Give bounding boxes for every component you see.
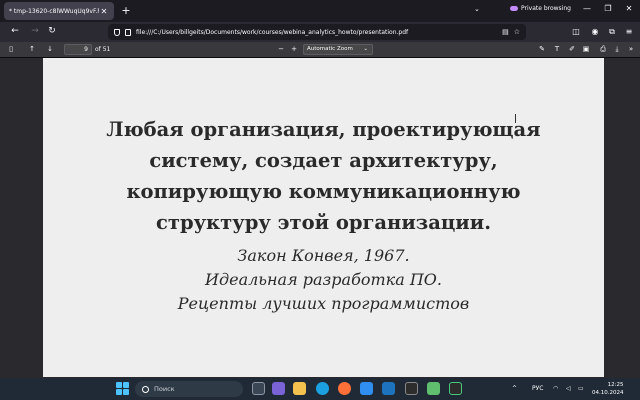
taskbar-search[interactable]: Поиск (135, 381, 243, 397)
quote-line: систему, создает архитектуру, (149, 149, 498, 172)
attribution-text: Закон Конвея, 1967. Идеальная разработка… (43, 244, 604, 316)
zoom-in-icon[interactable]: + (289, 45, 299, 53)
tools-menu-icon[interactable]: » (626, 45, 636, 53)
navigation-bar: ← → ↻ file:///C:/Users/billgeits/Documen… (0, 22, 640, 42)
close-icon[interactable]: ✕ (99, 7, 109, 16)
image-icon[interactable]: ▣ (581, 45, 591, 53)
bookmark-star-icon[interactable]: ☆ (514, 28, 520, 36)
app-icon[interactable] (427, 382, 440, 395)
chevron-down-icon[interactable]: ⌄ (474, 5, 480, 13)
clock-date: 04.10.2024 (592, 390, 624, 396)
minimize-icon[interactable]: — (581, 4, 593, 13)
pdf-page: Любая организация, проектирующая систему… (43, 58, 604, 377)
copilot-icon[interactable] (272, 382, 285, 395)
address-bar[interactable]: file:///C:/Users/billgeits/Documents/wor… (108, 24, 526, 40)
account-icon[interactable]: ◉ (590, 27, 600, 36)
quote-line: копирующую коммуникационную (126, 180, 521, 203)
file-explorer-icon[interactable] (293, 382, 306, 395)
quote-line: структуру этой организации. (155, 211, 491, 234)
back-arrow-icon[interactable]: ← (9, 26, 21, 36)
private-browsing-label: Private browsing (521, 5, 571, 12)
firefox-icon[interactable] (338, 382, 351, 395)
tab-strip: * tmp-13620-c8lWWuqUq9vF.html ✕ + ⌄ Priv… (0, 0, 640, 22)
menu-icon[interactable]: ≡ (624, 27, 634, 36)
sidebar-toggle-icon[interactable]: ▯ (6, 45, 16, 53)
task-view-icon[interactable] (252, 382, 265, 395)
restore-icon[interactable]: ❐ (602, 4, 614, 13)
chevron-down-icon: ⌄ (363, 46, 368, 52)
save-icon[interactable]: ⤓ (612, 45, 622, 54)
system-clock[interactable]: 12:25 04.10.2024 (592, 381, 624, 397)
terminal-icon[interactable] (405, 382, 418, 395)
wifi-icon[interactable]: ◠ (553, 385, 558, 392)
new-tab-plus-icon[interactable]: + (120, 4, 132, 17)
zoom-select[interactable]: Automatic Zoom ⌄ (303, 44, 373, 55)
private-mask-icon (510, 6, 518, 11)
vscode-icon[interactable] (360, 382, 373, 395)
reader-view-icon[interactable]: ▤ (502, 28, 509, 36)
pocket-icon[interactable]: ◫ (571, 27, 581, 36)
chevron-up-icon[interactable]: ^ (512, 385, 517, 392)
browser-tab[interactable]: * tmp-13620-c8lWWuqUq9vF.html ✕ (4, 2, 114, 20)
extensions-icon[interactable]: ⧉ (607, 27, 617, 37)
attribution-line: Рецепты лучших программистов (177, 294, 470, 313)
pdf-toolbar: ▯ ↑ ↓ 9 of 51 − + Automatic Zoom ⌄ ✎ T ✐… (0, 42, 640, 58)
clock-time: 12:25 (607, 382, 624, 388)
language-indicator[interactable]: РУС (532, 385, 543, 392)
search-placeholder: Поиск (154, 385, 175, 393)
battery-icon[interactable]: ▭ (578, 385, 584, 392)
windows-taskbar: Поиск ^ РУС ◠ ◁ ▭ 12:25 04.10.2024 (0, 378, 640, 400)
tab-title: * tmp-13620-c8lWWuqUq9vF.html (9, 7, 99, 15)
page-count-label: of 51 (95, 46, 111, 53)
text-icon[interactable]: T (552, 45, 562, 53)
store-icon[interactable] (382, 382, 395, 395)
text-cursor-icon (515, 114, 519, 123)
window-close-icon[interactable]: ✕ (623, 4, 635, 13)
obs-icon[interactable] (449, 382, 462, 395)
edge-icon[interactable] (316, 382, 329, 395)
print-icon[interactable]: ⎙ (598, 45, 608, 54)
attribution-line: Идеальная разработка ПО. (205, 270, 442, 289)
draw-icon[interactable]: ✐ (567, 45, 577, 53)
page-number-input[interactable]: 9 (64, 44, 92, 55)
volume-icon[interactable]: ◁ (566, 385, 571, 392)
attribution-line: Закон Конвея, 1967. (237, 246, 410, 265)
pdf-viewer[interactable]: Любая организация, проектирующая систему… (0, 58, 640, 378)
private-browsing-indicator: Private browsing (510, 5, 571, 12)
page-icon[interactable] (125, 28, 131, 36)
zoom-out-icon[interactable]: − (276, 45, 286, 53)
forward-arrow-icon[interactable]: → (29, 26, 41, 36)
shield-icon[interactable] (114, 28, 120, 36)
search-icon (142, 385, 149, 393)
url-text[interactable]: file:///C:/Users/billgeits/Documents/wor… (136, 29, 497, 36)
reload-icon[interactable]: ↻ (46, 26, 58, 36)
quote-text: Любая организация, проектирующая систему… (43, 114, 604, 238)
page-up-icon[interactable]: ↑ (27, 45, 37, 53)
page-down-icon[interactable]: ↓ (45, 45, 55, 53)
zoom-select-value: Automatic Zoom (307, 46, 353, 52)
highlight-icon[interactable]: ✎ (537, 45, 547, 53)
quote-line: Любая организация, проектирующая (106, 118, 541, 141)
windows-start-icon[interactable] (116, 382, 129, 395)
